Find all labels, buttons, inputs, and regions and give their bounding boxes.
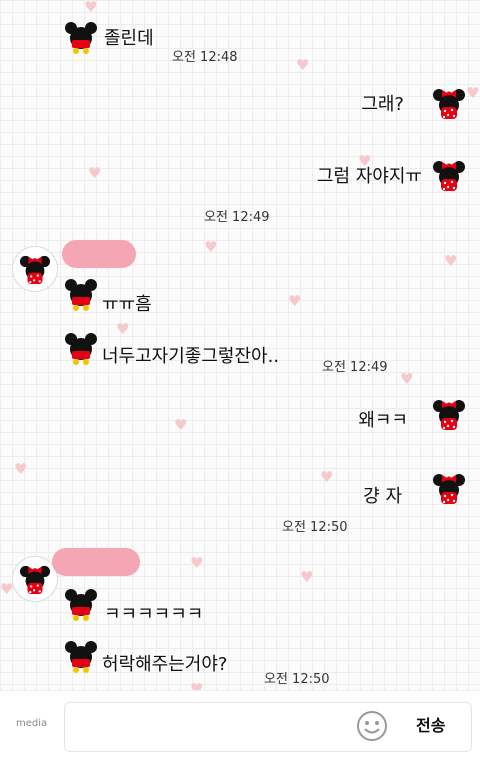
message-text: 왜ㅋㅋ	[358, 410, 408, 431]
message-received: 허락해주는거야?	[64, 636, 227, 676]
heart-icon: ♥	[190, 554, 204, 572]
heart-icon: ♥	[88, 164, 102, 182]
minnie-icon	[432, 397, 466, 431]
message-received: 졸린데	[64, 20, 154, 54]
message-time: 오전 12:49	[204, 210, 270, 225]
heart-icon: ♥	[444, 252, 458, 270]
message-time: 오전 12:49	[322, 360, 388, 375]
heart-icon: ♥	[288, 292, 302, 310]
avatar[interactable]	[12, 246, 58, 292]
message-received: ㅠㅠ흠	[64, 272, 152, 316]
heart-icon: ♥	[320, 468, 334, 486]
message-input[interactable]	[64, 702, 472, 752]
mickey-icon	[64, 587, 98, 621]
message-text: ㅠㅠ흠	[102, 294, 152, 315]
message-sent: 그래?	[361, 86, 466, 120]
minnie-icon	[19, 253, 51, 285]
minnie-icon	[19, 563, 51, 595]
message-received: ㅋㅋㅋㅋㅋㅋ	[64, 582, 203, 626]
message-sent: 그럼 자야지ㅠ	[317, 158, 466, 192]
heart-icon: ♥	[14, 460, 28, 478]
minnie-icon	[432, 86, 466, 120]
send-button[interactable]: 전송	[416, 712, 445, 736]
message-text: 너두고자기좋그렇잔아..	[102, 346, 280, 367]
minnie-icon	[432, 471, 466, 505]
heart-icon: ♥	[84, 0, 98, 16]
message-received: 너두고자기좋그렇잔아..	[64, 328, 279, 368]
minnie-icon	[432, 158, 466, 192]
message-text: 그래?	[361, 94, 404, 115]
message-time: 오전 12:50	[282, 520, 348, 535]
heart-icon: ♥	[400, 370, 414, 388]
heart-icon: ♥	[174, 416, 188, 434]
message-text: 졸린데	[104, 28, 154, 49]
sender-name-redacted	[52, 548, 140, 576]
heart-icon: ♥	[204, 238, 218, 256]
heart-icon: ♥	[296, 56, 310, 74]
message-text: 걍 자	[363, 486, 402, 507]
message-sent: 왜ㅋㅋ	[358, 396, 466, 432]
emoji-icon[interactable]	[356, 710, 388, 742]
media-button[interactable]: media	[16, 718, 47, 729]
message-text: ㅋㅋㅋㅋㅋㅋ	[104, 604, 204, 625]
message-text: 그럼 자야지ㅠ	[316, 166, 422, 187]
mickey-icon	[64, 331, 98, 365]
message-sent: 걍 자	[363, 468, 466, 508]
message-text: 허락해주는거야?	[102, 654, 228, 675]
message-time: 오전 12:48	[172, 50, 238, 65]
mickey-icon	[64, 639, 98, 673]
message-time: 오전 12:50	[264, 672, 330, 687]
heart-icon: ♥	[466, 84, 480, 102]
heart-icon: ♥	[0, 580, 14, 598]
mickey-icon	[64, 277, 98, 311]
sender-name-redacted	[62, 240, 136, 268]
mickey-icon	[64, 20, 98, 54]
heart-icon: ♥	[300, 568, 314, 586]
